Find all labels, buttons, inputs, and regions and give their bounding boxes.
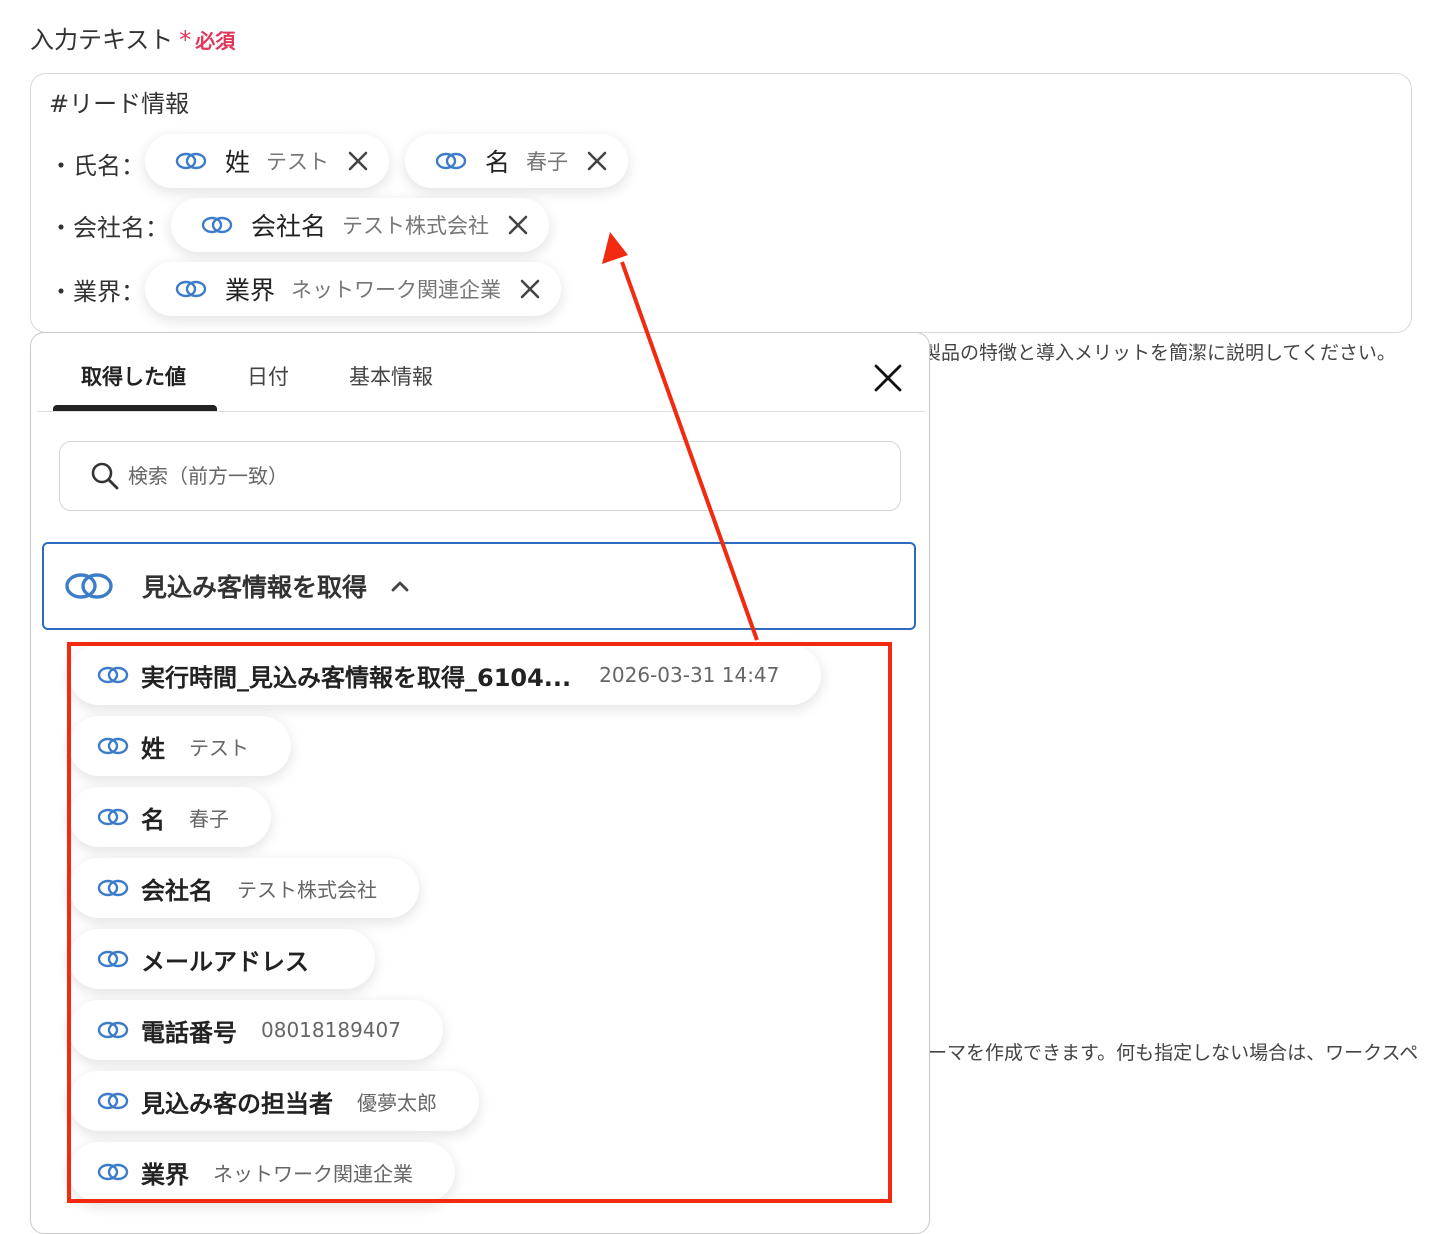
pill-name: 業界 xyxy=(225,276,276,305)
output-name: 名 xyxy=(141,805,165,834)
pill-name: 名 xyxy=(485,148,511,177)
tab-basic-info[interactable]: 基本情報 xyxy=(349,361,433,391)
search-icon xyxy=(91,462,119,490)
search-box[interactable] xyxy=(59,441,901,511)
link-chain-icon xyxy=(65,573,113,599)
link-chain-icon xyxy=(97,1092,129,1110)
link-chain-icon xyxy=(97,879,129,897)
editor-row-label-company: ・会社名： xyxy=(49,214,169,242)
link-chain-icon xyxy=(97,808,129,826)
output-name: 会社名 xyxy=(141,876,213,905)
output-name: メールアドレス xyxy=(141,947,309,976)
variable-pill-last-name[interactable]: 姓 テスト xyxy=(145,134,390,188)
link-chain-icon xyxy=(97,1163,129,1181)
variable-pill-company[interactable]: 会社名 テスト株式会社 xyxy=(171,198,550,252)
output-name: 電話番号 xyxy=(141,1018,237,1047)
output-item-first-name[interactable]: 名 春子 xyxy=(69,787,271,847)
output-name: 実行時間_見込み客情報を取得_6104... xyxy=(141,663,572,692)
field-hint-2: ーマを作成できます。何も指定しない場合は、ワークスペ xyxy=(928,1042,1419,1064)
close-icon[interactable] xyxy=(871,361,905,395)
field-label: 入力テキスト * 必須 xyxy=(30,20,235,55)
output-value: 優夢太郎 xyxy=(357,1090,437,1115)
field-label-text: 入力テキスト xyxy=(30,26,174,54)
variable-pill-first-name[interactable]: 名 春子 xyxy=(405,134,629,188)
link-chain-icon xyxy=(175,280,207,298)
close-icon[interactable] xyxy=(345,148,371,174)
output-value: 春子 xyxy=(189,806,229,831)
link-chain-icon xyxy=(97,1021,129,1039)
tab-date[interactable]: 日付 xyxy=(247,361,289,391)
pill-value: 春子 xyxy=(526,150,569,174)
link-chain-icon xyxy=(435,152,467,170)
output-item-company[interactable]: 会社名 テスト株式会社 xyxy=(69,858,419,918)
pill-value: テスト株式会社 xyxy=(342,214,490,238)
output-item-lead-owner[interactable]: 見込み客の担当者 優夢太郎 xyxy=(69,1071,479,1131)
required-asterisk: * xyxy=(179,26,192,54)
output-item-email[interactable]: メールアドレス xyxy=(69,929,375,989)
pill-value: ネットワーク関連企業 xyxy=(291,278,502,302)
field-hint-1: 製品の特徴と導入メリットを簡潔に説明してください。 xyxy=(922,342,1396,364)
variable-picker-panel: 取得した値 日付 基本情報 見込み客情報を取得 実行時間_見込み客情報を取得_6… xyxy=(30,332,930,1234)
editor-row-label-industry: ・業界： xyxy=(49,278,145,306)
pill-name: 姓 xyxy=(225,148,251,177)
variable-pill-industry[interactable]: 業界 ネットワーク関連企業 xyxy=(145,262,562,316)
pill-value: テスト xyxy=(266,150,330,174)
output-value: テスト株式会社 xyxy=(237,877,377,902)
pill-name: 会社名 xyxy=(251,212,327,241)
close-icon[interactable] xyxy=(584,148,610,174)
section-title: 見込み客情報を取得 xyxy=(142,573,368,602)
link-chain-icon xyxy=(97,737,129,755)
output-value: 2026-03-31 14:47 xyxy=(599,663,780,687)
link-chain-icon xyxy=(201,216,233,234)
search-input[interactable] xyxy=(126,463,830,489)
section-header-get-lead-info[interactable]: 見込み客情報を取得 xyxy=(42,542,916,630)
output-name: 業界 xyxy=(141,1160,189,1189)
required-text: 必須 xyxy=(195,29,236,53)
tab-divider xyxy=(37,411,925,412)
output-name: 見込み客の担当者 xyxy=(141,1089,333,1118)
editor-header-line: #リード情報 xyxy=(49,90,190,118)
editor-row-label-name: ・氏名： xyxy=(49,152,145,180)
input-text-editor[interactable]: #リード情報 ・氏名： 姓 テスト 名 春子 ・会社名： 会社名 テスト株式会社… xyxy=(30,73,1412,333)
tab-retrieved-values[interactable]: 取得した値 xyxy=(81,361,186,391)
link-chain-icon xyxy=(175,152,207,170)
output-item-execution-time[interactable]: 実行時間_見込み客情報を取得_6104... 2026-03-31 14:47 xyxy=(69,645,822,705)
link-chain-icon xyxy=(97,950,129,968)
link-chain-icon xyxy=(97,666,129,684)
output-value: ネットワーク関連企業 xyxy=(213,1161,413,1186)
close-icon[interactable] xyxy=(517,276,543,302)
output-name: 姓 xyxy=(141,734,165,763)
output-value: テスト xyxy=(189,735,249,760)
output-value: 08018189407 xyxy=(261,1018,401,1042)
close-icon[interactable] xyxy=(505,212,531,238)
output-item-phone[interactable]: 電話番号 08018189407 xyxy=(69,1000,443,1060)
output-item-industry[interactable]: 業界 ネットワーク関連企業 xyxy=(69,1142,455,1202)
chevron-up-icon[interactable] xyxy=(389,575,411,597)
output-item-last-name[interactable]: 姓 テスト xyxy=(69,716,291,776)
